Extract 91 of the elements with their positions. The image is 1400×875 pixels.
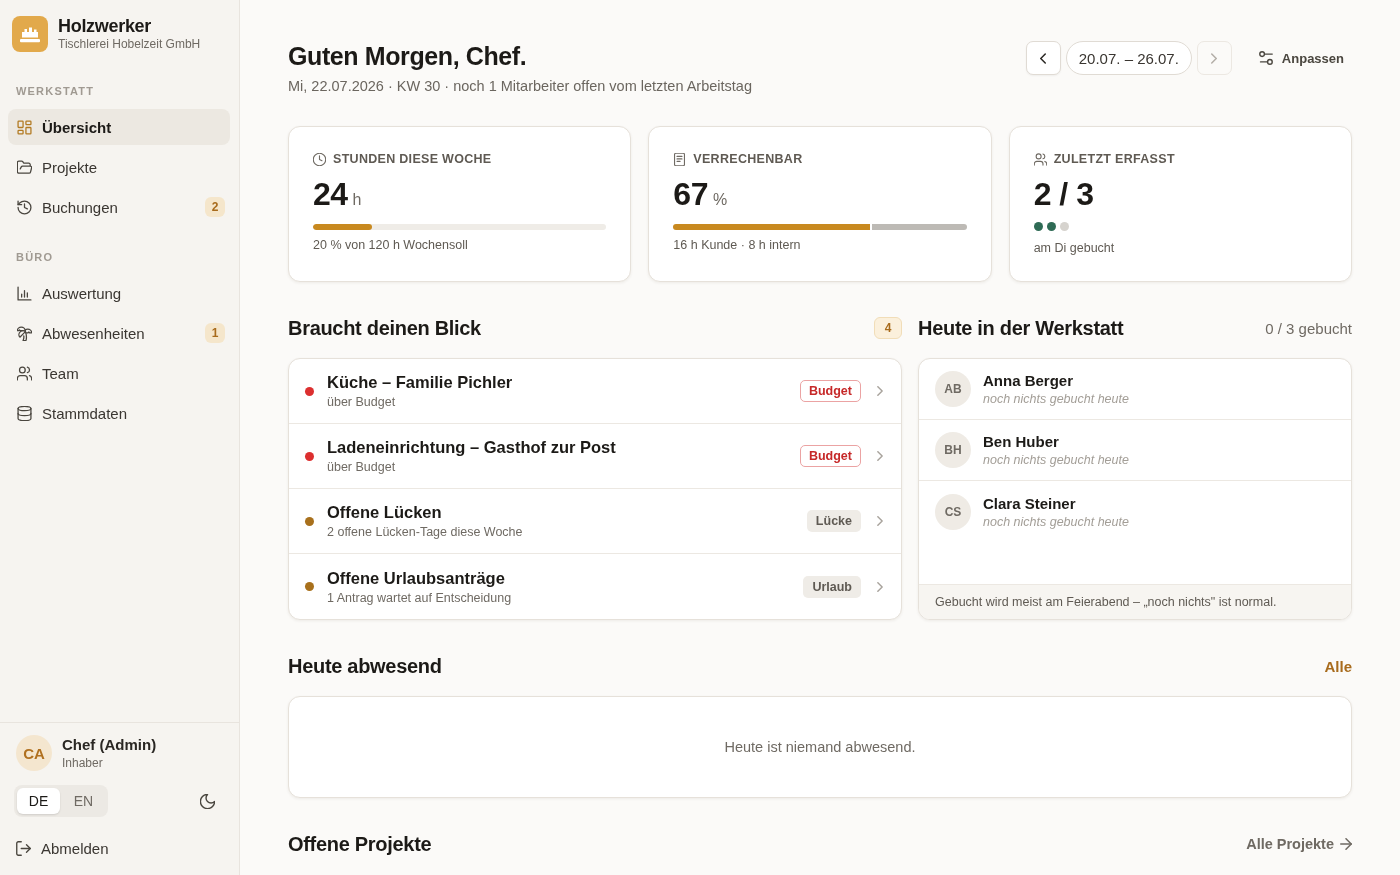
- stat-value: 67: [673, 177, 708, 211]
- app-name: Holzwerker: [58, 16, 153, 36]
- status-tag: Budget: [799, 380, 861, 402]
- greeting-title: Guten Morgen, Chef.: [288, 41, 528, 71]
- person-name: Ben Huber: [983, 433, 1060, 450]
- row-subtitle: über Budget: [327, 460, 397, 474]
- attention-row[interactable]: Offene Urlaubsanträge 1 Antrag wartet auf Entscheidung Urlaub: [289, 554, 901, 619]
- attention-row[interactable]: Offene Lücken 2 offene Lücken-Tage diese Woche Lücke: [289, 489, 901, 554]
- nav-item[interactable]: Team: [8, 355, 230, 391]
- date-range-button[interactable]: 20.07. – 26.07.: [1065, 41, 1192, 75]
- stat-label: VERRECHENBAR: [693, 152, 803, 166]
- chevron-right-icon: [877, 581, 883, 592]
- booked-summary: 0 / 3 gebucht: [1265, 319, 1352, 337]
- users-icon: [1033, 152, 1047, 166]
- chevron-right-icon: [877, 451, 883, 461]
- row-title: Offene Lücken: [327, 503, 443, 522]
- chevron-right-icon: [877, 516, 883, 526]
- user-avatar: CA: [16, 735, 52, 771]
- section-title: Heute in der Werkstatt: [918, 316, 1124, 340]
- count-badge: 4: [874, 317, 902, 339]
- nav-item[interactable]: Abwesenheiten 1: [8, 315, 230, 351]
- customize-button[interactable]: Anpassen: [1250, 44, 1352, 72]
- stat-value: 24: [313, 177, 348, 211]
- avatar: AB: [935, 371, 971, 407]
- nav-item[interactable]: Auswertung: [8, 275, 230, 311]
- attention-row[interactable]: Ladeneinrichtung – Gasthof zur Post über Budget Budget: [289, 424, 901, 489]
- sliders-icon: [1258, 51, 1273, 65]
- stat-caption: am Di gebucht: [1033, 241, 1116, 255]
- folder-icon: [17, 159, 32, 175]
- planer-logo-icon: [12, 16, 48, 52]
- nav-section-heading: BÜRO: [15, 251, 55, 264]
- arrow-right-icon: [1340, 838, 1352, 850]
- users-icon: [17, 365, 32, 381]
- row-subtitle: 1 Antrag wartet auf Entscheidung: [327, 590, 513, 605]
- avatar: BH: [935, 432, 971, 468]
- row-subtitle: über Budget: [327, 395, 397, 409]
- user-name: Chef (Admin): [62, 736, 157, 753]
- stat-caption: 16 h Kunde · 8 h intern: [673, 238, 802, 252]
- person-status: noch nichts gebucht heute: [983, 392, 1129, 406]
- nav-item[interactable]: Buchungen 2: [8, 189, 230, 225]
- stat-value: 2 / 3: [1033, 177, 1094, 211]
- status-tag: Lücke: [806, 510, 861, 532]
- moon-icon[interactable]: [200, 793, 215, 809]
- logout-button[interactable]: Abmelden: [16, 832, 225, 864]
- user-role: Inhaber: [62, 756, 104, 770]
- attention-row[interactable]: Küche – Familie Pichler über Budget Budget: [289, 359, 901, 424]
- section-title: Heute abwesend: [288, 654, 442, 678]
- person-name: Clara Steiner: [983, 494, 1077, 512]
- clock-icon: [313, 152, 326, 166]
- grid-icon: [17, 119, 32, 135]
- nav-item[interactable]: Übersicht: [8, 109, 230, 145]
- date-subtitle: Mi, 22.07.2026 · KW 30 · noch 1 Mitarbeiter offen vom letzten Arbeitstag: [288, 78, 752, 94]
- footer-note: Gebucht wird meist am Feierabend – „noch nichts" ist normal.: [919, 584, 1351, 619]
- stat-caption: 20 % von 120 h Wochensoll: [313, 238, 469, 252]
- stat-label: STUNDEN DIESE WOCHE: [333, 152, 492, 166]
- history-icon: [17, 199, 32, 215]
- language-option[interactable]: DE: [17, 788, 60, 814]
- company-name: Tischlerei Hobelzeit GmbH: [58, 37, 201, 52]
- status-tag: Urlaub: [803, 575, 861, 598]
- all-link[interactable]: Alle: [1324, 657, 1352, 675]
- stat-unit: %: [712, 191, 728, 209]
- stat-unit: h: [352, 191, 362, 209]
- row-subtitle: 2 offene Lücken-Tage diese Woche: [327, 525, 524, 539]
- language-option[interactable]: EN: [62, 788, 105, 814]
- row-title: Ladeneinrichtung – Gasthof zur Post: [327, 438, 617, 457]
- person-status: noch nichts gebucht heute: [983, 514, 1129, 529]
- document-icon: [673, 152, 687, 166]
- chevron-right-icon: [1211, 52, 1218, 64]
- empty-message: Heute ist niemand abwesend.: [724, 739, 916, 755]
- row-title: Offene Urlaubsanträge: [327, 568, 506, 588]
- database-icon: [17, 405, 32, 421]
- avatar: CS: [935, 493, 971, 530]
- nav-section-heading: WERKSTATT: [15, 85, 96, 98]
- row-title: Küche – Familie Pichler: [327, 373, 514, 392]
- bar-chart-icon: [17, 285, 32, 301]
- person-status: noch nichts gebucht heute: [983, 453, 1129, 467]
- chevron-left-icon: [1040, 52, 1047, 64]
- all-projects-link[interactable]: Alle Projekte: [1246, 836, 1352, 852]
- section-title: Braucht deinen Blick: [288, 316, 481, 340]
- count-badge: 1: [205, 323, 225, 343]
- chevron-right-icon: [877, 386, 883, 396]
- status-tag: Budget: [799, 445, 861, 467]
- palm-tree-icon: [17, 325, 32, 341]
- stat-label: ZULETZT ERFASST: [1053, 152, 1175, 166]
- person-name: Anna Berger: [983, 372, 1075, 389]
- nav-item[interactable]: Stammdaten: [8, 395, 230, 431]
- section-title: Offene Projekte: [288, 832, 432, 856]
- logout-icon: [16, 840, 31, 856]
- nav-item[interactable]: Projekte: [8, 149, 230, 185]
- count-badge: 2: [205, 197, 225, 217]
- previous-week-button[interactable]: [1025, 41, 1061, 75]
